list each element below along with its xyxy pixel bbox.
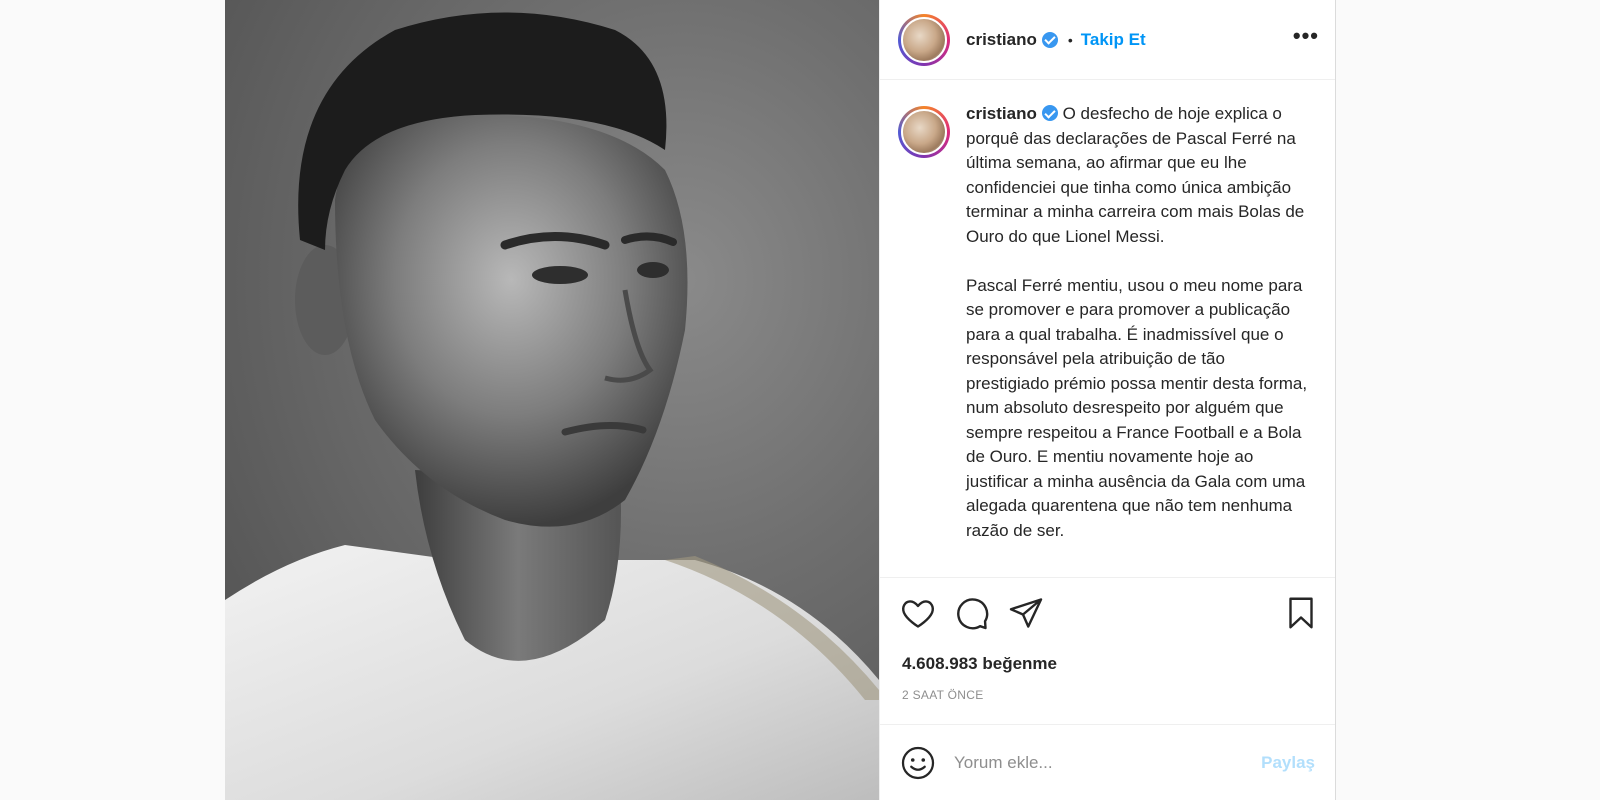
comment-input[interactable]: [954, 752, 1262, 773]
post-side-panel: cristiano • Takip Et ••• cristiano O des…: [879, 0, 1336, 800]
verified-badge-icon: [1041, 105, 1058, 121]
heart-icon[interactable]: [900, 595, 936, 631]
follow-button[interactable]: Takip Et: [1081, 30, 1146, 50]
caption-avatar[interactable]: [898, 106, 950, 158]
paper-plane-icon[interactable]: [1008, 595, 1044, 631]
bookmark-icon[interactable]: [1283, 595, 1319, 631]
comment-bar: Paylaş: [880, 724, 1335, 800]
caption-section: cristiano O desfecho de hoje explica o p…: [880, 80, 1335, 578]
post-comment-button[interactable]: Paylaş: [1261, 753, 1315, 773]
profile-avatar[interactable]: [898, 13, 950, 66]
portrait-photo: [225, 12, 879, 800]
action-bar: [880, 578, 1335, 648]
like-count[interactable]: 4.608.983 beğenme: [880, 648, 1335, 680]
separator-dot: •: [1067, 31, 1073, 48]
post-photo[interactable]: [225, 0, 879, 800]
caption-text-block: cristiano O desfecho de hoje explica o p…: [966, 102, 1312, 577]
post-timestamp[interactable]: 2 SAAT ÖNCE: [880, 680, 1335, 710]
comment-bubble-icon[interactable]: [954, 595, 990, 631]
instagram-post: cristiano • Takip Et ••• cristiano O des…: [225, 0, 1336, 800]
caption-text: O desfecho de hoje explica o porquê das …: [966, 104, 1308, 540]
post-header: cristiano • Takip Et •••: [880, 0, 1335, 80]
smiley-icon[interactable]: [900, 745, 936, 781]
header-username[interactable]: cristiano: [966, 30, 1037, 50]
verified-badge-icon: [1041, 31, 1058, 48]
caption-username[interactable]: cristiano: [966, 104, 1037, 123]
more-options-icon[interactable]: •••: [1293, 24, 1319, 55]
